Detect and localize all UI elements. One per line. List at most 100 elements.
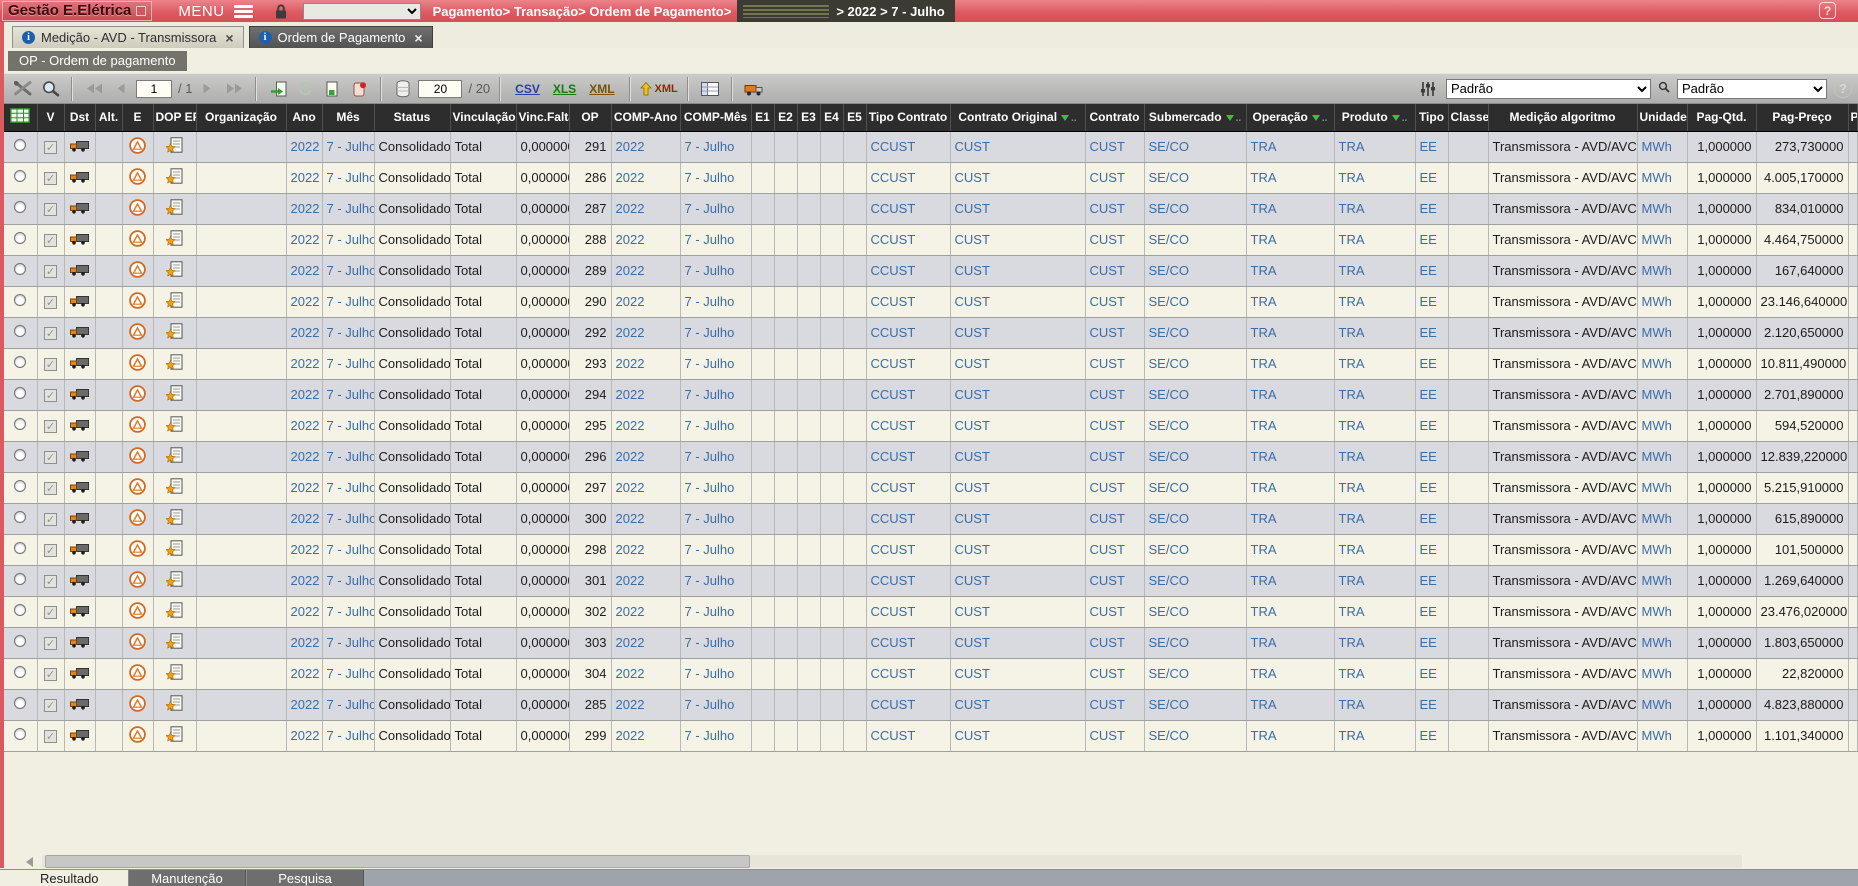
tipo-contrato-link[interactable]: CCUST: [871, 263, 916, 278]
tipo-link[interactable]: EE: [1420, 170, 1437, 185]
mes-link[interactable]: 7 - Julho: [327, 418, 375, 433]
unidade-link[interactable]: MWh: [1642, 139, 1672, 154]
mes-link[interactable]: 7 - Julho: [327, 201, 375, 216]
contrato-original-link[interactable]: CUST: [955, 356, 990, 371]
submercado-link[interactable]: SE/CO: [1149, 232, 1189, 247]
col-header-produto[interactable]: Produto..: [1334, 104, 1415, 131]
tipo-contrato-link[interactable]: CCUST: [871, 604, 916, 619]
col-header-e2[interactable]: E2: [774, 104, 797, 131]
mes-link[interactable]: 7 - Julho: [327, 635, 375, 650]
row-select-radio[interactable]: [14, 418, 26, 430]
dop-ep-doc-icon[interactable]: [166, 482, 183, 497]
contrato-original-link[interactable]: CUST: [955, 139, 990, 154]
tipo-contrato-link[interactable]: CCUST: [871, 542, 916, 557]
contrato-link[interactable]: CUST: [1090, 387, 1125, 402]
dst-truck-icon[interactable]: [70, 388, 89, 403]
dst-truck-icon[interactable]: [70, 419, 89, 434]
comp-ano-link[interactable]: 2022: [616, 697, 645, 712]
submercado-link[interactable]: SE/CO: [1149, 480, 1189, 495]
contrato-link[interactable]: CUST: [1090, 263, 1125, 278]
ano-link[interactable]: 2022: [291, 728, 320, 743]
menu-label[interactable]: MENU: [178, 3, 224, 20]
operacao-link[interactable]: TRA: [1251, 666, 1277, 681]
comp-mes-link[interactable]: 7 - Julho: [685, 356, 735, 371]
row-select-radio[interactable]: [14, 573, 26, 585]
ano-link[interactable]: 2022: [291, 263, 320, 278]
row-select-radio[interactable]: [14, 728, 26, 740]
tipo-link[interactable]: EE: [1420, 480, 1437, 495]
next-page-icon[interactable]: [195, 77, 219, 101]
dst-truck-icon[interactable]: [70, 605, 89, 620]
col-header-select[interactable]: [4, 104, 37, 131]
tipo-link[interactable]: EE: [1420, 356, 1437, 371]
dop-ep-doc-icon[interactable]: [166, 265, 183, 280]
contrato-link[interactable]: CUST: [1090, 573, 1125, 588]
comp-ano-link[interactable]: 2022: [616, 666, 645, 681]
col-header-submercado[interactable]: Submercado..: [1144, 104, 1246, 131]
filter-icon[interactable]: [1061, 115, 1069, 121]
dst-truck-icon[interactable]: [70, 202, 89, 217]
dop-ep-doc-icon[interactable]: [166, 172, 183, 187]
export-csv-link[interactable]: CSV: [515, 82, 540, 96]
comp-ano-link[interactable]: 2022: [616, 480, 645, 495]
col-header-unidade[interactable]: Unidade: [1637, 104, 1687, 131]
dst-truck-icon[interactable]: [70, 326, 89, 341]
submercado-link[interactable]: SE/CO: [1149, 542, 1189, 557]
row-select-radio[interactable]: [14, 201, 26, 213]
row-select-radio[interactable]: [14, 170, 26, 182]
col-header-tipo-contrato[interactable]: Tipo Contrato: [866, 104, 950, 131]
operacao-link[interactable]: TRA: [1251, 387, 1277, 402]
row-select-radio[interactable]: [14, 604, 26, 616]
produto-link[interactable]: TRA: [1339, 170, 1365, 185]
comp-mes-link[interactable]: 7 - Julho: [685, 418, 735, 433]
produto-link[interactable]: TRA: [1339, 480, 1365, 495]
close-icon[interactable]: ×: [414, 31, 422, 45]
first-page-icon[interactable]: [82, 77, 106, 101]
produto-link[interactable]: TRA: [1339, 449, 1365, 464]
comp-ano-link[interactable]: 2022: [616, 356, 645, 371]
filter-icon[interactable]: [1312, 115, 1320, 121]
col-header-vinc-falta[interactable]: Vinc.Falta: [516, 104, 569, 131]
comp-ano-link[interactable]: 2022: [616, 418, 645, 433]
operacao-link[interactable]: TRA: [1251, 635, 1277, 650]
contrato-link[interactable]: CUST: [1090, 449, 1125, 464]
dst-truck-icon[interactable]: [70, 357, 89, 372]
e-logo-icon[interactable]: [129, 700, 146, 715]
tipo-link[interactable]: EE: [1420, 635, 1437, 650]
tipo-link[interactable]: EE: [1420, 511, 1437, 526]
e-logo-icon[interactable]: [129, 669, 146, 684]
tipo-link[interactable]: EE: [1420, 573, 1437, 588]
dop-ep-doc-icon[interactable]: [166, 451, 183, 466]
contrato-link[interactable]: CUST: [1090, 356, 1125, 371]
contrato-original-link[interactable]: CUST: [955, 232, 990, 247]
tipo-link[interactable]: EE: [1420, 232, 1437, 247]
contrato-link[interactable]: CUST: [1090, 201, 1125, 216]
contrato-link[interactable]: CUST: [1090, 418, 1125, 433]
submercado-link[interactable]: SE/CO: [1149, 511, 1189, 526]
col-header-e1[interactable]: E1: [751, 104, 774, 131]
ano-link[interactable]: 2022: [291, 511, 320, 526]
row-select-radio[interactable]: [14, 697, 26, 709]
mes-link[interactable]: 7 - Julho: [327, 387, 375, 402]
e-logo-icon[interactable]: [129, 173, 146, 188]
produto-link[interactable]: TRA: [1339, 201, 1365, 216]
comp-mes-link[interactable]: 7 - Julho: [685, 666, 735, 681]
v-checkbox[interactable]: ✓: [44, 389, 57, 402]
produto-link[interactable]: TRA: [1339, 294, 1365, 309]
col-header-vincula-o[interactable]: Vinculação: [450, 104, 516, 131]
dst-truck-icon[interactable]: [70, 450, 89, 465]
unidade-link[interactable]: MWh: [1642, 170, 1672, 185]
dst-truck-icon[interactable]: [70, 140, 89, 155]
v-checkbox[interactable]: ✓: [44, 420, 57, 433]
dop-ep-doc-icon[interactable]: [166, 327, 183, 342]
mes-link[interactable]: 7 - Julho: [327, 604, 375, 619]
tipo-link[interactable]: EE: [1420, 139, 1437, 154]
mes-link[interactable]: 7 - Julho: [327, 263, 375, 278]
help-icon[interactable]: ?: [1819, 2, 1836, 19]
mes-link[interactable]: 7 - Julho: [327, 573, 375, 588]
comp-mes-link[interactable]: 7 - Julho: [685, 201, 735, 216]
produto-link[interactable]: TRA: [1339, 542, 1365, 557]
tipo-contrato-link[interactable]: CCUST: [871, 418, 916, 433]
col-header-medi-o-algoritmo[interactable]: Medição algoritmo: [1488, 104, 1637, 131]
rows-per-page-input[interactable]: [418, 80, 462, 98]
